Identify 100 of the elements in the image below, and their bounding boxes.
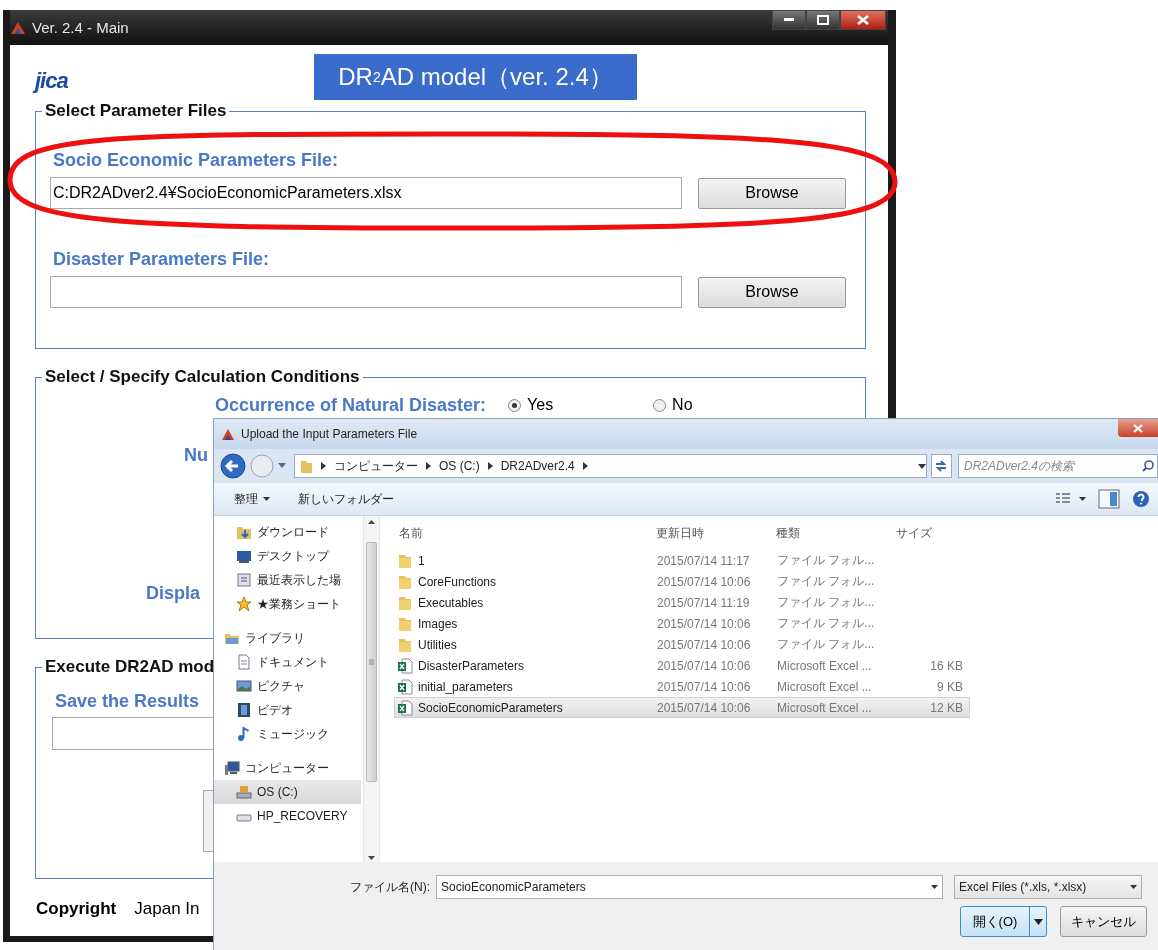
organize-menu[interactable]: 整理	[234, 490, 270, 508]
back-button-icon	[220, 453, 246, 479]
breadcrumb-item[interactable]: コンピューター	[334, 457, 418, 475]
radio-label: Yes	[527, 396, 554, 414]
window-title: Upload the Input Parameters File	[241, 427, 419, 441]
file-type: ファイル フォル...	[777, 594, 876, 611]
field-label: Displa	[146, 583, 201, 603]
file-name: SocioEconomicParameters	[418, 700, 563, 715]
dropdown-arrow-icon	[931, 885, 938, 889]
file-name: 1	[418, 553, 425, 568]
forward-button-icon	[250, 454, 274, 478]
browse-button[interactable]: Browse	[698, 177, 846, 209]
dropdown-arrow-icon	[1130, 885, 1137, 889]
nav-item[interactable]: ピクチャ	[214, 674, 361, 698]
filename-field[interactable]: SocioEconomicParameters	[436, 875, 943, 899]
file-type: ファイル フォル...	[777, 573, 876, 590]
file-row[interactable]: initial_parameters 2015/07/14 10:06 Microsoft Excel ... 9 KB	[394, 676, 970, 697]
nav-item[interactable]: 最近表示した場	[214, 568, 361, 592]
nav-item[interactable]: コンピューター	[214, 756, 361, 780]
refresh-icon	[934, 460, 949, 472]
file-row[interactable]: SocioEconomicParameters 2015/07/14 10:06 Microsoft Excel ... 12 KB	[394, 697, 970, 718]
preview-pane-icon	[1098, 489, 1120, 509]
dropdown-arrow-icon	[917, 463, 926, 469]
file-name: Utilities	[418, 637, 457, 652]
nav-item[interactable]: HP_RECOVERY	[214, 804, 361, 828]
new-folder-button[interactable]: 新しいフォルダー	[298, 490, 394, 508]
minimize-icon	[784, 18, 794, 22]
caret-icon	[1033, 918, 1043, 925]
refresh-button[interactable]	[930, 454, 952, 478]
address-bar[interactable]: コンピューター OS (C:) DR2ADver2.4	[294, 454, 927, 478]
file-date: 2015/07/14 10:06	[657, 679, 752, 694]
group-legend: Select / Specify Calculation Conditions	[42, 367, 363, 387]
close-icon	[857, 15, 869, 25]
file-row[interactable]: 1 2015/07/14 11:17 ファイル フォル...	[394, 550, 970, 571]
close-icon	[1133, 423, 1143, 433]
file-date: 2015/07/14 11:17	[657, 553, 751, 568]
column-header[interactable]: 更新日時	[656, 524, 776, 542]
close-button[interactable]	[1118, 419, 1158, 437]
folder-icon	[397, 573, 413, 590]
copyright-owner: Japan In	[134, 899, 200, 919]
nav-item[interactable]: ★業務ショート	[214, 592, 361, 616]
field-label: Nu	[184, 445, 208, 465]
nav-item[interactable]: ミュージック	[214, 722, 361, 746]
file-type: ファイル フォル...	[777, 615, 876, 632]
nav-item[interactable]: ビデオ	[214, 698, 361, 722]
close-button[interactable]	[840, 10, 886, 30]
breadcrumb-item[interactable]: OS (C:)	[439, 459, 480, 473]
minimize-button[interactable]	[772, 10, 806, 30]
grip-icon	[369, 659, 374, 665]
drive-icon	[236, 784, 252, 800]
radio-button[interactable]	[508, 398, 522, 412]
file-row[interactable]: DisasterParameters 2015/07/14 10:06 Microsoft Excel ... 16 KB	[394, 655, 970, 676]
file-row[interactable]: Executables 2015/07/14 11:19 ファイル フォル...	[394, 592, 970, 613]
folder-icon	[397, 594, 413, 611]
film-icon	[236, 702, 252, 718]
file-type: ファイル フォル...	[777, 636, 876, 653]
browse-button[interactable]: Browse	[698, 276, 846, 308]
field-label: Save the Results	[55, 691, 200, 711]
monitor-icon	[236, 548, 252, 564]
open-button[interactable]: 開く(O)	[960, 906, 1047, 937]
column-header[interactable]: サイズ	[896, 524, 962, 542]
nav-item[interactable]: デスクトップ	[214, 544, 361, 568]
maximize-button[interactable]	[806, 10, 840, 30]
file-date: 2015/07/14 10:06	[657, 574, 752, 589]
nav-item[interactable]: ライブラリ	[214, 626, 361, 650]
spreadsheet-icon	[397, 657, 413, 674]
input-field[interactable]	[50, 276, 682, 308]
column-header[interactable]: 種類	[776, 524, 896, 542]
breadcrumb-item[interactable]: DR2ADver2.4	[500, 459, 575, 473]
computer-icon	[224, 760, 240, 776]
file-type-dropdown[interactable]: Excel Files (*.xls, *.xlsx)	[954, 875, 1142, 899]
file-date: 2015/07/14 10:06	[657, 658, 752, 673]
folder-icon	[397, 636, 413, 653]
file-size: 12 KB	[929, 700, 963, 715]
file-row[interactable]: CoreFunctions 2015/07/14 10:06 ファイル フォル...	[394, 571, 970, 592]
cancel-button[interactable]: キャンセル	[1060, 906, 1147, 937]
file-size: 16 KB	[929, 658, 963, 673]
spreadsheet-icon	[397, 699, 413, 716]
column-header[interactable]: 名前	[394, 524, 656, 542]
file-row[interactable]: Images 2015/07/14 10:06 ファイル フォル...	[394, 613, 970, 634]
music-note-icon	[236, 726, 252, 742]
search-icon	[1142, 460, 1154, 472]
folder-download-icon	[236, 524, 252, 540]
maximize-icon	[817, 15, 829, 25]
scrollbar[interactable]	[363, 516, 379, 862]
star-icon	[236, 596, 252, 612]
file-date: 2015/07/14 10:06	[657, 637, 752, 652]
search-field[interactable]: DR2ADver2.4の検索	[958, 454, 1158, 478]
input-field[interactable]: C:DR2ADver2.4¥SocioEconomicParameters.xlsx	[50, 177, 682, 209]
folder-icon	[299, 458, 313, 474]
file-row[interactable]: Utilities 2015/07/14 10:06 ファイル フォル...	[394, 634, 970, 655]
file-date: 2015/07/14 10:06	[657, 700, 752, 715]
spreadsheet-icon	[397, 678, 413, 695]
caret-icon	[263, 497, 270, 501]
nav-item[interactable]: OS (C:)	[214, 780, 361, 804]
radio-button[interactable]	[653, 398, 667, 412]
file-name: initial_parameters	[418, 679, 513, 694]
document-icon	[236, 654, 252, 670]
nav-item[interactable]: ダウンロード	[214, 520, 361, 544]
picture-icon	[236, 678, 252, 694]
